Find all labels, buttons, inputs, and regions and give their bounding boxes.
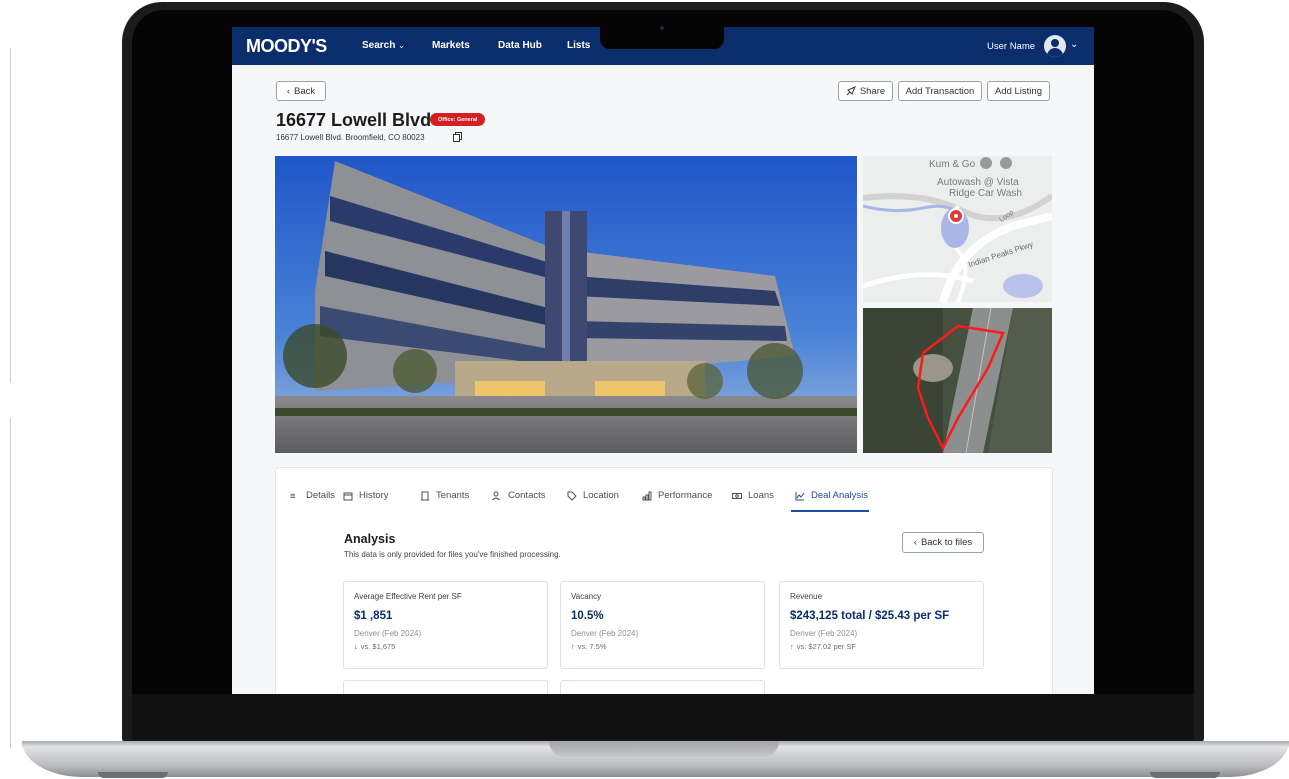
add-listing-label: Add Listing <box>994 85 1042 97</box>
back-to-files-label: Back to files <box>920 537 973 548</box>
avatar-head <box>1051 39 1059 47</box>
metric-region: Denver (Feb 2024) <box>571 629 639 638</box>
tag-icon <box>567 491 577 501</box>
calendar-icon <box>343 492 353 500</box>
screen: MOODY'S Search ⌄ Markets Data Hub Lists … <box>232 27 1094 694</box>
chevron-down-icon[interactable]: ⌄ <box>1070 39 1078 50</box>
metric-compare: ↑ vs. 7.5% <box>571 642 754 651</box>
map-label-kum-go: Kum & Go <box>929 159 976 170</box>
metric-region: Denver (Feb 2024) <box>354 629 422 638</box>
building-illustration <box>275 156 857 453</box>
metric-region: Denver (Feb 2024) <box>790 629 858 638</box>
left-edge-line-top <box>10 48 11 383</box>
analysis-title: Analysis <box>344 532 396 546</box>
tab-performance-label: Performance <box>658 490 713 501</box>
share-icon <box>846 86 856 96</box>
user-name[interactable]: User Name <box>987 41 1035 52</box>
nav-lists[interactable]: Lists <box>567 40 590 51</box>
tab-tenants[interactable]: Tenants <box>420 490 469 501</box>
nav-markets[interactable]: Markets <box>432 40 470 51</box>
tab-contacts[interactable]: Contacts <box>492 490 546 501</box>
tab-deal-analysis-label: Deal Analysis <box>811 490 869 501</box>
laptop-foot-right <box>1150 772 1220 778</box>
metric-card-partial <box>560 680 765 694</box>
metric-card-vacancy: Vacancy 10.5% Denver (Feb 2024) ↑ vs. 7.… <box>560 581 765 669</box>
camera-notch <box>600 22 724 49</box>
back-label: Back <box>294 85 316 97</box>
add-listing-button[interactable]: Add Listing <box>987 81 1050 101</box>
metric-compare: ↑ vs. $27.02 per SF <box>790 642 973 651</box>
analysis-card: ≡ Details History Tenants Contacts Locat… <box>275 467 1053 694</box>
arrow-down-icon: ↓ <box>354 642 358 651</box>
metric-label: Revenue <box>790 592 823 601</box>
tab-loans[interactable]: Loans <box>732 490 774 501</box>
property-photo[interactable] <box>275 156 857 453</box>
metric-value: 10.5% <box>571 610 604 622</box>
share-button[interactable]: Share <box>838 81 893 101</box>
map-label-autowash: Autowash @ Vista <box>937 177 1019 188</box>
arrow-up-icon: ↑ <box>571 642 575 651</box>
copy-icon[interactable] <box>453 132 462 142</box>
people-icon <box>492 491 500 500</box>
avatar[interactable] <box>1044 35 1066 57</box>
moodys-logo[interactable]: MOODY'S <box>246 36 327 57</box>
map-thumbnail[interactable]: Kum & Go Autowash @ Vista Ridge Car Wash… <box>863 156 1052 302</box>
chevron-left-icon: ‹ <box>286 85 291 97</box>
satellite-thumbnail[interactable] <box>863 308 1052 453</box>
chevron-left-icon: ‹ <box>913 537 917 548</box>
list-icon: ≡ <box>290 490 296 502</box>
money-icon <box>732 492 742 499</box>
add-transaction-button[interactable]: Add Transaction <box>898 81 982 101</box>
tab-deal-analysis[interactable]: Deal Analysis <box>795 490 868 501</box>
left-edge-line-bottom <box>10 418 11 748</box>
nav-data-hub[interactable]: Data Hub <box>498 40 542 51</box>
arrow-up-icon: ↑ <box>790 642 794 651</box>
property-address: 16677 Lowell Blvd. Broomfield, CO 80023 <box>276 133 425 142</box>
laptop-foot-left <box>98 772 168 778</box>
tab-location-label: Location <box>583 490 619 501</box>
metric-compare-text: vs. 7.5% <box>577 642 607 651</box>
tab-loans-label: Loans <box>748 490 774 501</box>
metric-compare: ↓ vs. $1,675 <box>354 642 537 651</box>
analysis-subtitle: This data is only provided for files you… <box>344 550 561 559</box>
metric-compare-text: vs. $1,675 <box>360 642 396 651</box>
avatar-body <box>1047 48 1063 57</box>
laptop-bezel-bottom <box>132 694 1194 740</box>
tab-history[interactable]: History <box>343 490 389 501</box>
line-chart-icon <box>795 491 805 500</box>
share-label: Share <box>859 85 886 97</box>
laptop-thumb-notch <box>549 741 779 757</box>
nav-search[interactable]: Search ⌄ <box>362 40 405 51</box>
tab-details-label: Details <box>306 490 336 501</box>
back-to-files-button[interactable]: ‹ Back to files <box>902 532 984 553</box>
metric-value: $1 ,851 <box>354 610 393 622</box>
tab-location[interactable]: Location <box>567 490 619 501</box>
tab-history-label: History <box>359 490 389 501</box>
camera-icon <box>660 26 664 30</box>
satellite-illustration <box>863 308 1052 453</box>
back-button[interactable]: ‹ Back <box>276 81 326 101</box>
metric-value: $243,125 total / $25.43 per SF <box>790 610 950 622</box>
add-transaction-label: Add Transaction <box>905 85 975 97</box>
metric-compare-text: vs. $27.02 per SF <box>796 642 856 651</box>
tab-tenants-label: Tenants <box>436 490 470 501</box>
bar-chart-icon <box>642 491 652 500</box>
metric-label: Vacancy <box>571 592 602 601</box>
metric-label: Average Effective Rent per SF <box>354 592 462 601</box>
metric-card-revenue: Revenue $243,125 total / $25.43 per SF D… <box>779 581 984 669</box>
map-label-ridge-car-wash: Ridge Car Wash <box>949 188 1022 199</box>
property-page: ‹ Back Share Add Transaction Add Listing… <box>232 65 1094 694</box>
property-type-badge: Office: General <box>430 113 486 126</box>
tab-details[interactable]: ≡ Details <box>290 490 336 502</box>
tab-performance[interactable]: Performance <box>642 490 712 501</box>
active-tab-indicator <box>791 510 869 512</box>
metric-card-partial <box>343 680 548 694</box>
chevron-down-icon: ⌄ <box>398 41 405 50</box>
metric-card-avg-rent: Average Effective Rent per SF $1 ,851 De… <box>343 581 548 669</box>
property-title: 16677 Lowell Blvd <box>276 110 432 130</box>
tab-contacts-label: Contacts <box>508 490 546 501</box>
building-icon <box>421 491 429 500</box>
nav-search-label: Search <box>362 40 396 51</box>
